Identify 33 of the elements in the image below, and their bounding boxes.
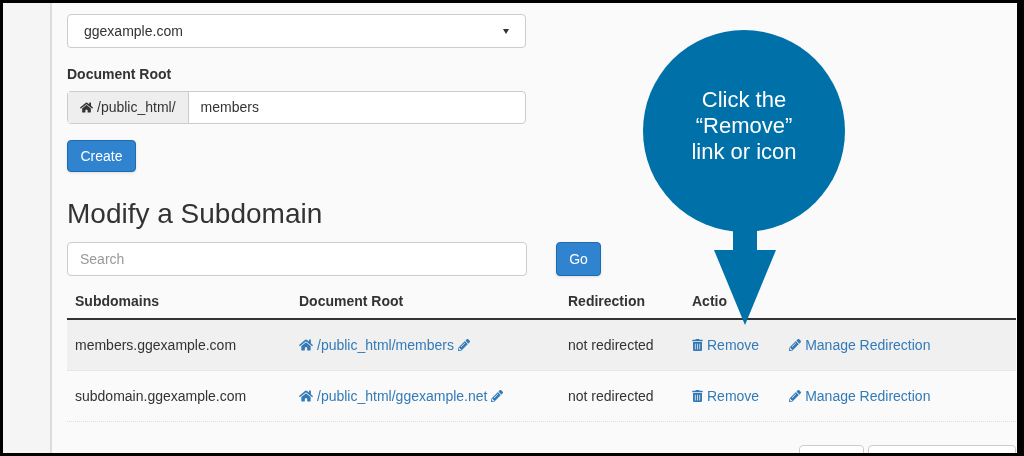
go-button[interactable]: Go — [556, 242, 601, 276]
field-label: Document Root — [67, 65, 173, 84]
prefix-text: /public_html/ — [97, 98, 176, 117]
pencil-icon[interactable] — [491, 390, 504, 402]
manage-redirection-link[interactable]: Manage Redirection — [805, 334, 931, 356]
document-root-link[interactable]: /public_html/members — [317, 334, 454, 356]
manage-redirection-link[interactable]: Manage Redirection — [805, 385, 931, 407]
trash-icon[interactable] — [692, 339, 703, 351]
domain-select[interactable]: ggexample.com — [67, 14, 526, 48]
document-root-input[interactable]: /public_html/ members — [67, 91, 526, 124]
remove-link[interactable]: Remove — [707, 385, 760, 407]
document-root-link[interactable]: /public_html/ggexample.net — [317, 385, 488, 407]
home-icon — [299, 338, 313, 352]
caret-icon — [503, 28, 509, 34]
remove-link[interactable]: Remove — [707, 334, 760, 356]
column-header: Actio — [692, 291, 728, 311]
search-field[interactable]: Search — [67, 242, 527, 276]
home-icon — [299, 389, 313, 403]
create-button[interactable]: Create — [67, 140, 136, 172]
redirection-cell: not redirected — [568, 387, 654, 404]
redirection-cell: not redirected — [568, 336, 654, 353]
pencil-icon[interactable] — [789, 339, 802, 351]
home-icon — [80, 101, 93, 114]
column-header: Redirection — [568, 291, 646, 311]
trash-icon[interactable] — [692, 390, 703, 402]
subdomain-cell: subdomain.ggexample.com — [75, 387, 247, 404]
section-heading: Modify a Subdomain — [67, 200, 324, 228]
column-header: Document Root — [299, 291, 405, 311]
callout-text: Click the “Remove” link or icon — [690, 87, 798, 165]
pencil-icon[interactable] — [457, 339, 470, 351]
pencil-icon[interactable] — [789, 390, 802, 402]
subdomain-cell: members.ggexample.com — [75, 336, 237, 353]
column-header: Subdomains — [75, 291, 160, 311]
